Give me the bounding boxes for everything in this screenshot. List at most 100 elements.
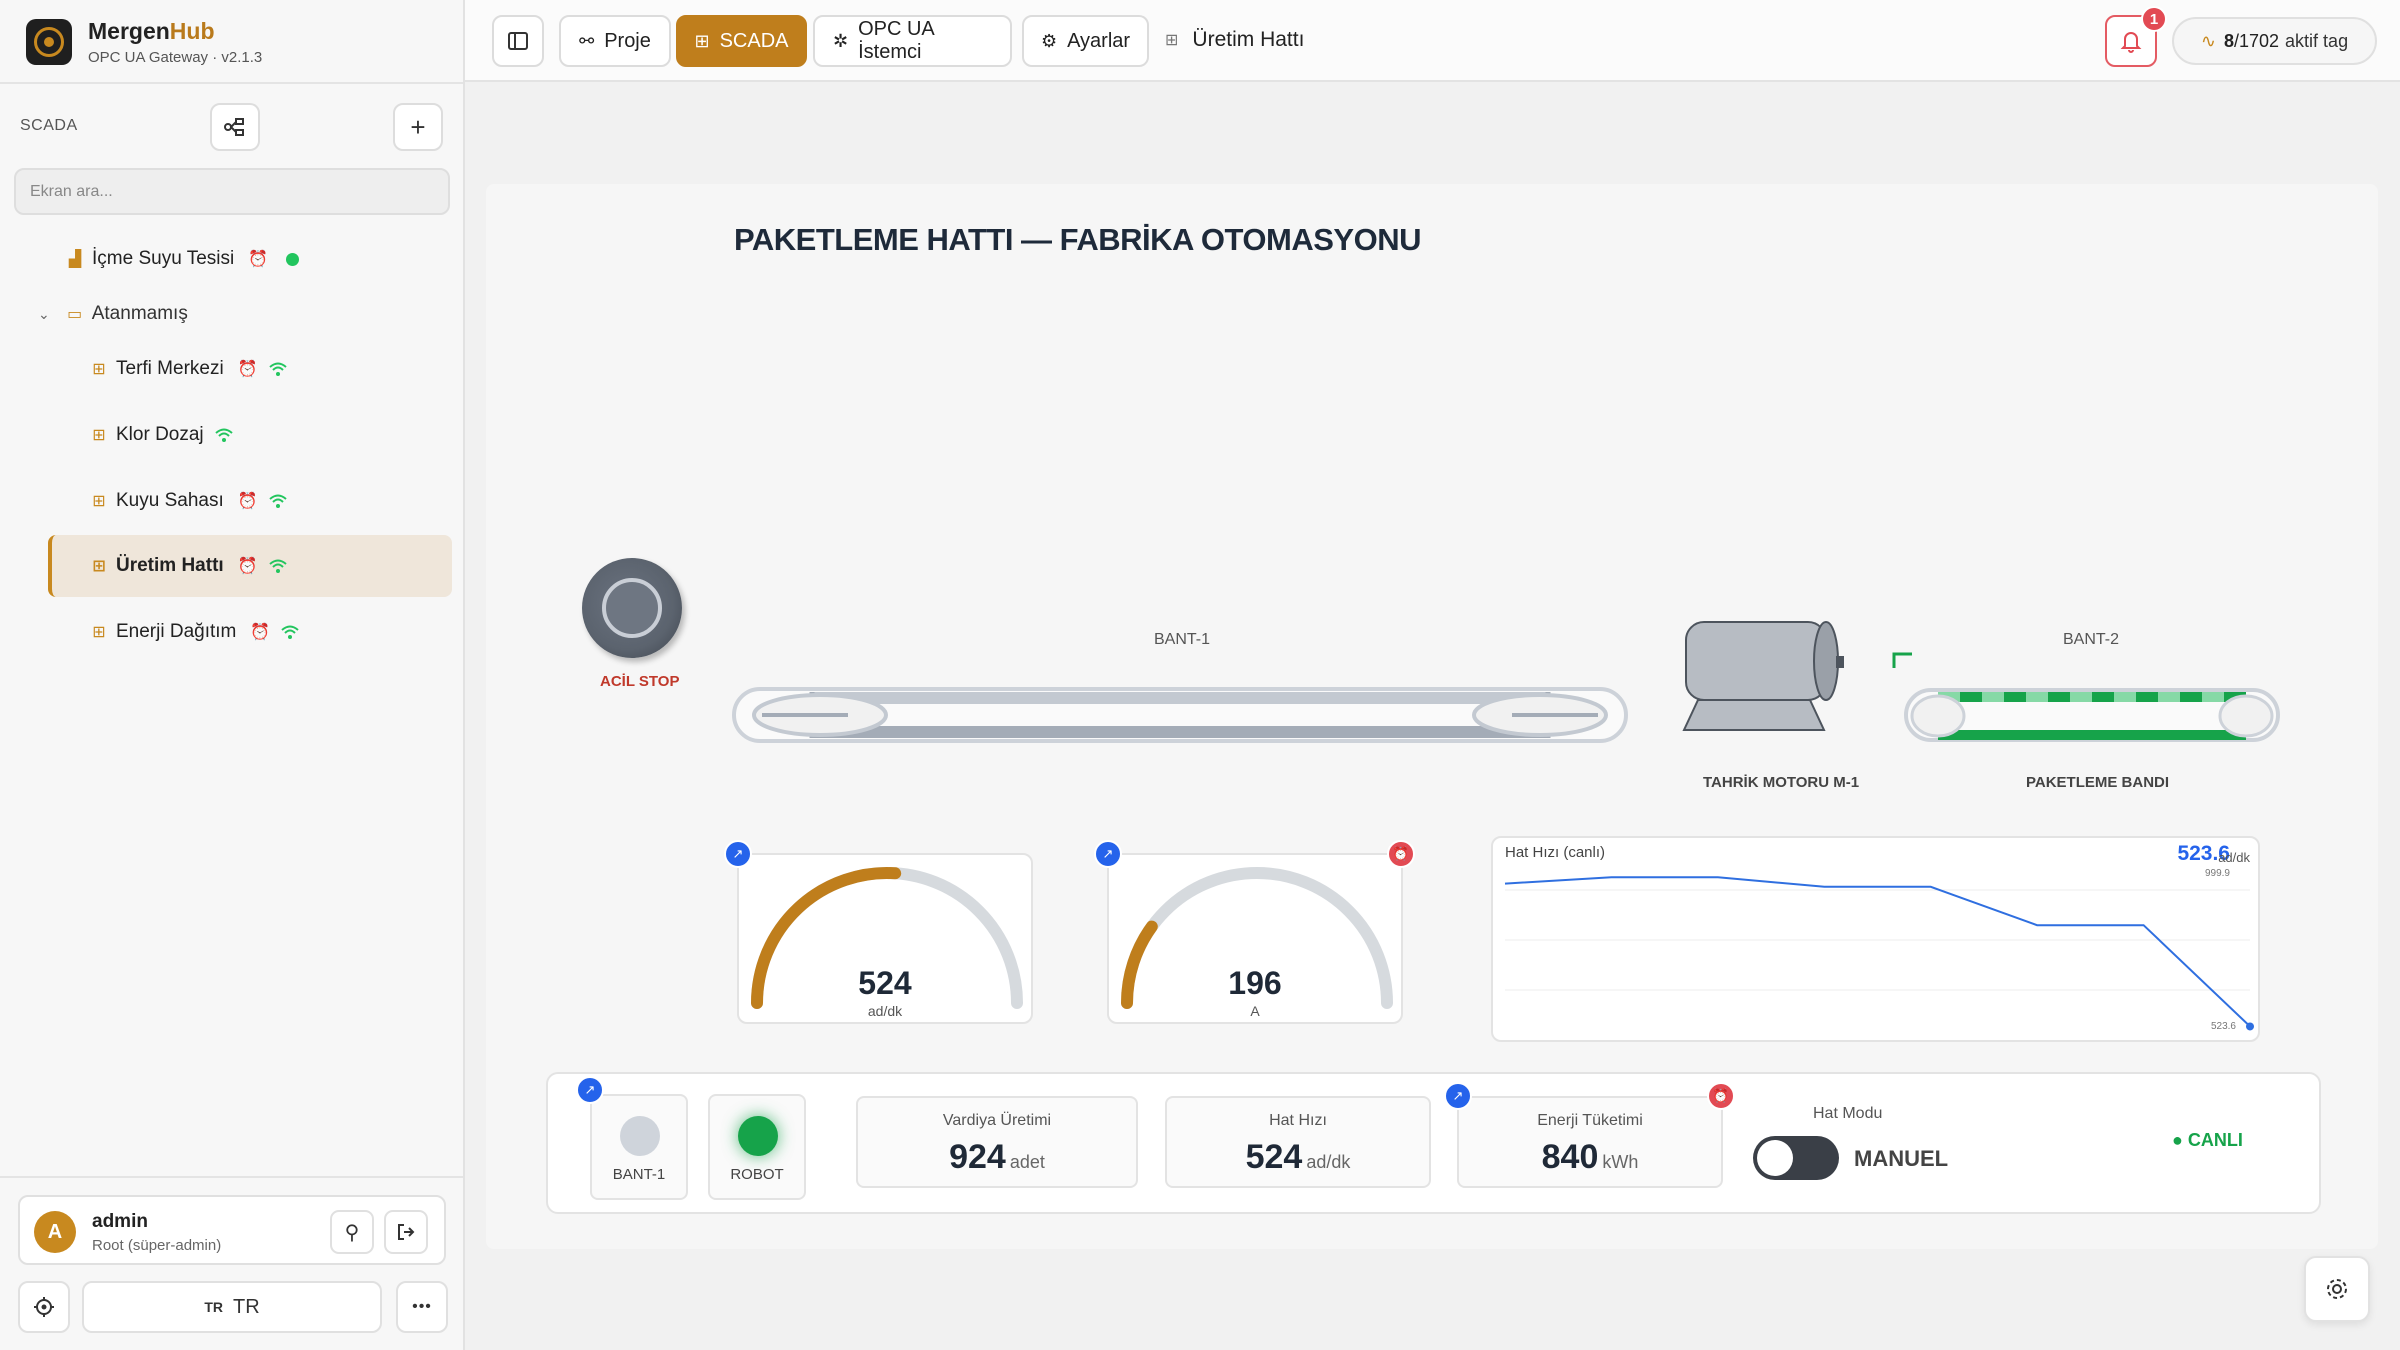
inbox-icon: ▭ (67, 306, 83, 323)
sidebar-item-label: Kuyu Sahası (116, 490, 224, 511)
kpi-value: 840 (1541, 1138, 1599, 1176)
grid-icon: ⊞ (92, 624, 106, 641)
share-nodes-icon: ⚯ (579, 30, 595, 51)
alarm-badge[interactable]: ⏰ (1707, 1082, 1735, 1110)
alarm-icon: ⏰ (1712, 1088, 1730, 1103)
lamp-label: BANT-1 (612, 1166, 666, 1183)
kpi-unit: adet (1009, 1152, 1045, 1172)
wifi-icon (269, 494, 287, 508)
section-label: SCADA (20, 117, 78, 134)
online-dot (286, 252, 300, 266)
topbar: ⚯ Proje ⊞ SCADA ✲ OPC UA İstemci ⚙ Ayarlar ⊞… (465, 0, 2400, 82)
plug-icon: ✲ (833, 30, 849, 51)
sidebar-item-label: Enerji Dağıtım (116, 621, 237, 642)
settings-fab[interactable] (2304, 1256, 2370, 1322)
breadcrumb-label: Üretim Hattı (1192, 28, 1305, 51)
alarm-icon: ⏰ (1392, 846, 1410, 861)
sidebar-item-icme-suyu[interactable]: ▟ İçme Suyu Tesisi ⏰ (62, 228, 300, 290)
key-button[interactable]: ⚲ (330, 1210, 374, 1254)
sidebar-item-label: Atanmamış (91, 303, 188, 324)
trend-badge[interactable]: ↗ (724, 840, 752, 868)
more-icon: ••• (412, 1298, 432, 1315)
chart-series-line (1504, 876, 2251, 1028)
live-indicator: ● CANLI (2172, 1130, 2243, 1150)
logout-icon (398, 1224, 415, 1240)
brand-logo-icon (26, 19, 72, 65)
sidebar-item-enerji-dagitim[interactable]: ⊞ Enerji Dağıtım ⏰ (86, 601, 300, 663)
sidebar-item-klor-dozaj[interactable]: ⊞ Klor Dozaj (86, 404, 234, 466)
tab-opc-ua-istemci[interactable]: ✲ OPC UA İstemci (813, 15, 1012, 67)
mode-toggle[interactable] (1753, 1136, 1839, 1180)
sidebar-item-kuyu-sahasi[interactable]: ⊞ Kuyu Sahası ⏰ (86, 470, 288, 532)
trend-badge[interactable]: ↗ (576, 1076, 604, 1104)
tab-ayarlar[interactable]: ⚙ Ayarlar (1022, 15, 1149, 67)
gauge-unit: A (1250, 1003, 1260, 1019)
language-button[interactable]: TR TR (82, 1281, 382, 1333)
grid-icon: ⊞ (92, 361, 106, 378)
gauge-current: 196 A (1107, 853, 1403, 1024)
alarm-icon: ⏰ (237, 493, 258, 510)
belt2-label: BANT-2 (2063, 631, 2120, 648)
scada-title: PAKETLEME HATTI — FABRİKA OTOMASYONU (734, 222, 1421, 257)
sidebar-item-terfi-merkezi[interactable]: ⊞ Terfi Merkezi ⏰ (86, 338, 288, 400)
motor-label: TAHRİK MOTORU M-1 (1703, 774, 1860, 791)
notification-badge: 1 (2141, 6, 2167, 32)
alarm-badge[interactable]: ⏰ (1387, 840, 1415, 868)
share-nodes-icon (224, 118, 244, 136)
grid-icon: ⊞ (92, 493, 106, 510)
kpi-shift-production: Vardiya Üretimi 924 adet (856, 1096, 1138, 1188)
drive-motor (1682, 621, 1844, 731)
share-nodes-button[interactable] (210, 103, 260, 151)
kpi-title: Enerji Tüketimi (1537, 1112, 1643, 1129)
brand-subtitle: OPC UA Gateway · v2.1.3 (88, 49, 263, 66)
grid-icon: ⊞ (92, 558, 106, 575)
sidebar: MergenHub OPC UA Gateway · v2.1.3 SCADA … (0, 0, 465, 1350)
grid-icon: ⊞ (92, 427, 106, 444)
key-icon: ⚲ (344, 1221, 360, 1244)
locate-button[interactable] (18, 1281, 70, 1333)
grid-icon: ⊞ (1165, 32, 1179, 49)
brand-name: MergenHub (88, 18, 215, 44)
sidebar-item-uretim-hatti[interactable]: ⊞ Üretim Hattı ⏰ (48, 535, 452, 597)
search-input[interactable] (14, 168, 450, 215)
user-name: admin (92, 1211, 148, 1232)
tab-scada[interactable]: ⊞ SCADA (676, 15, 807, 67)
gear-icon: ⚙ (1040, 30, 1058, 51)
language-label: TR (233, 1295, 260, 1318)
sidebar-group-atanmamis[interactable]: ⌄ ▭ Atanmamış (38, 283, 188, 345)
kpi-unit: ad/dk (1306, 1152, 1351, 1172)
alarm-icon: ⏰ (237, 558, 258, 575)
packing-conveyor (1904, 688, 2280, 742)
chevron-down-icon: ⌄ (38, 305, 50, 322)
avatar: A (34, 1211, 76, 1253)
logout-button[interactable] (384, 1210, 428, 1254)
tab-proje[interactable]: ⚯ Proje (559, 15, 671, 67)
chart-plot (1504, 876, 2254, 1031)
more-button[interactable]: ••• (396, 1281, 448, 1333)
trend-badge[interactable]: ↗ (1094, 840, 1122, 868)
live-speed-chart: Hat Hızı (canlı) 523.6 ad/dk 999.9 523.6 (1491, 836, 2260, 1042)
wifi-icon (281, 625, 299, 639)
kpi-energy: Enerji Tüketimi 840 kWh (1457, 1096, 1723, 1188)
chart-last-point (2246, 1022, 2254, 1031)
chart-icon: ↗ (1102, 846, 1114, 861)
lamp-belt1: BANT-1 (590, 1094, 688, 1200)
emergency-stop-button[interactable] (582, 558, 682, 658)
language-code: TR (204, 1299, 223, 1315)
active-tags-pill[interactable]: ∿ 8/1702 aktif tag (2172, 17, 2377, 65)
factory-icon: ▟ (68, 251, 82, 268)
tags-suffix: aktif tag (2285, 30, 2349, 51)
gauge-line-speed: 524 ad/dk (737, 853, 1033, 1024)
bell-icon (2120, 32, 2142, 53)
divider (0, 1176, 463, 1178)
trend-badge[interactable]: ↗ (1444, 1082, 1472, 1110)
add-screen-button[interactable]: + (393, 103, 443, 151)
wifi-icon (214, 428, 233, 442)
kpi-title: Vardiya Üretimi (942, 1112, 1052, 1129)
belt1-label: BANT-1 (1154, 631, 1211, 648)
tab-label: Ayarlar (1067, 29, 1131, 52)
kpi-value: 524 (1245, 1138, 1303, 1176)
tab-label: OPC UA İstemci (858, 18, 934, 63)
sidebar-toggle-button[interactable] (492, 15, 544, 67)
wifi-icon (268, 559, 287, 573)
